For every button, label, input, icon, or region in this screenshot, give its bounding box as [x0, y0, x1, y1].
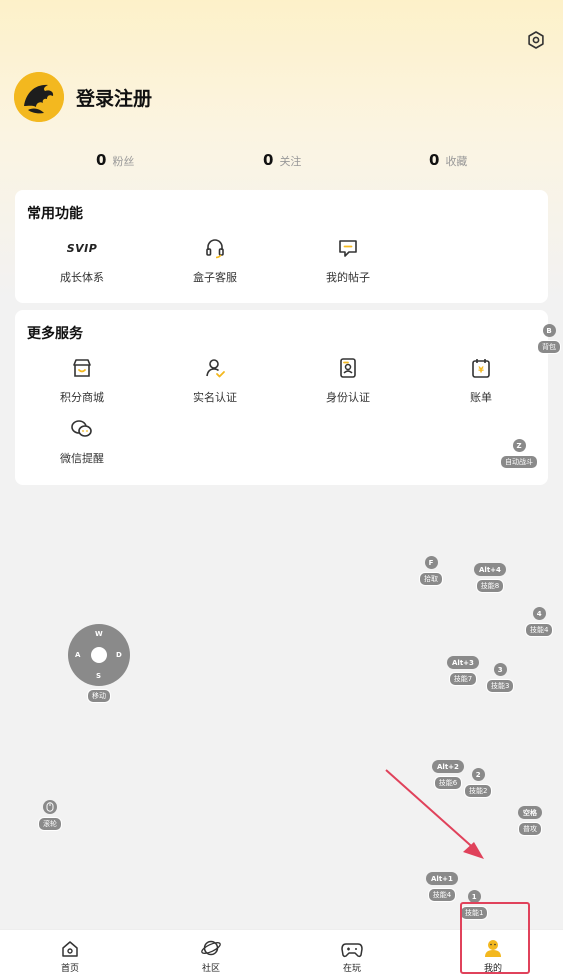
highlight-box [460, 902, 530, 974]
nav-community[interactable]: 社区 [171, 930, 251, 978]
planet-icon [171, 930, 251, 958]
gamepad-icon [312, 930, 392, 958]
nav-label: 首页 [60, 964, 79, 974]
nav-label: 在玩 [342, 964, 361, 974]
nav-label: 社区 [201, 964, 220, 974]
nav-playing[interactable]: 在玩 [312, 930, 392, 978]
annotation-arrow [385, 769, 484, 859]
home-icon [30, 930, 110, 958]
nav-home[interactable]: 首页 [30, 930, 110, 978]
